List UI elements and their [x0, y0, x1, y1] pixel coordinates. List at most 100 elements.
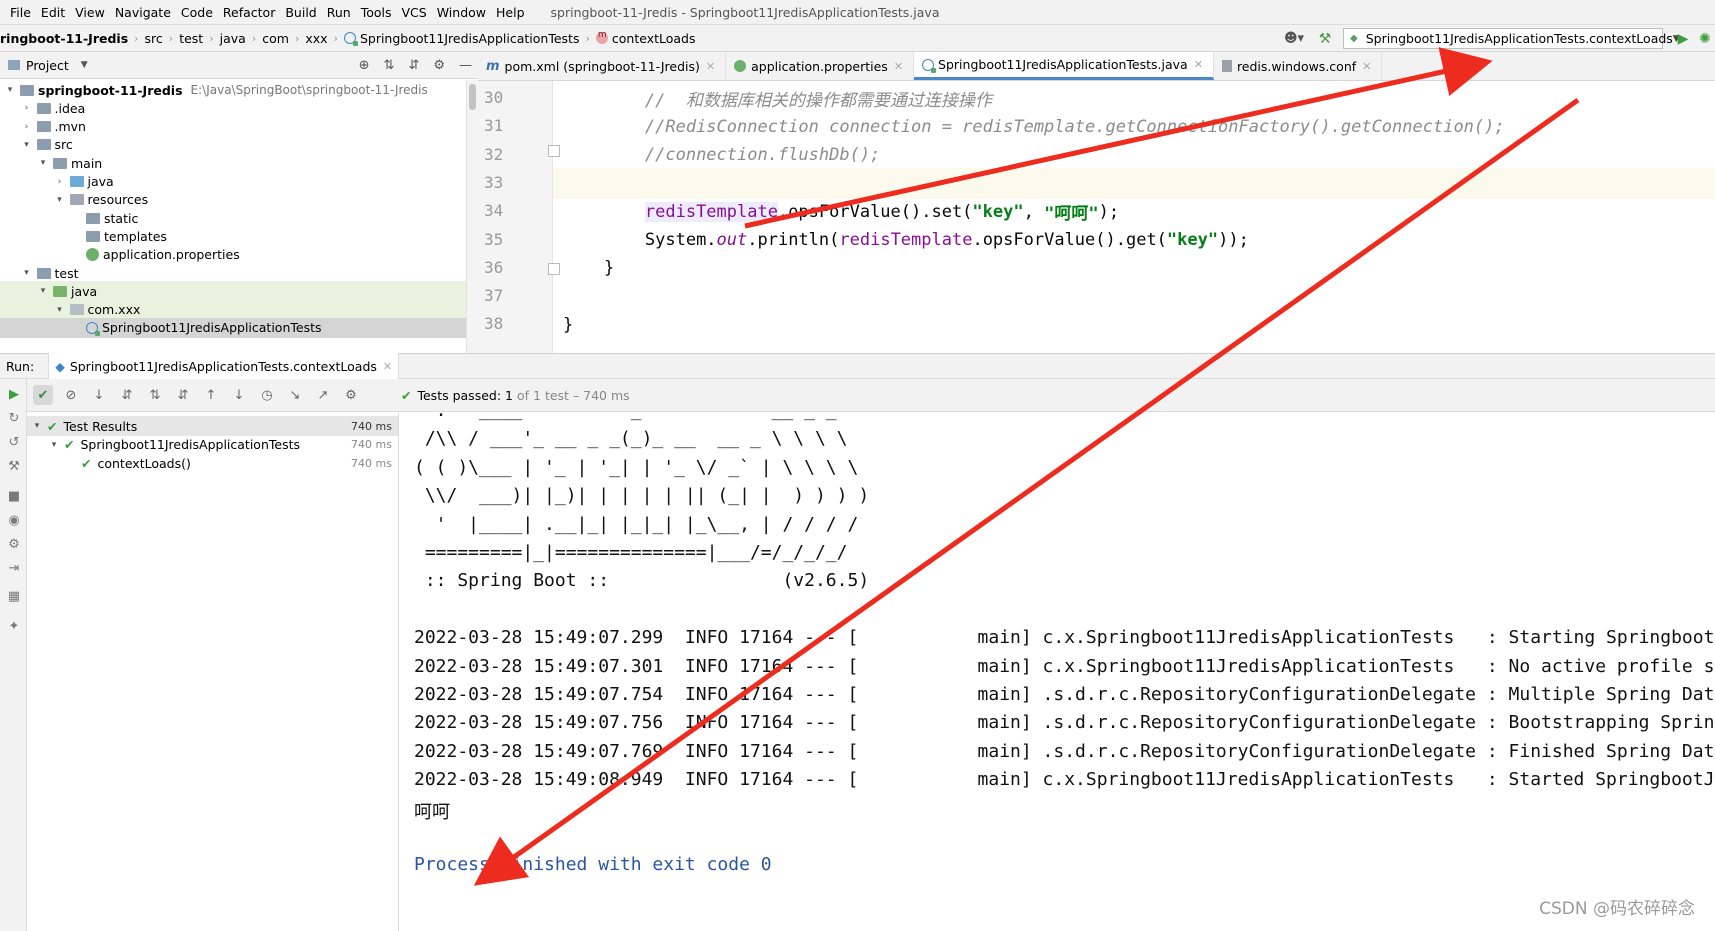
code-line[interactable]: // 和数据库相关的操作都需要通过连接操作 — [553, 83, 1715, 114]
close-icon[interactable]: ✕ — [1362, 60, 1371, 73]
chevron-down-icon[interactable]: ▾ — [21, 268, 33, 278]
code-line[interactable]: //RedisConnection connection = redisTemp… — [553, 111, 1715, 142]
settings-icon[interactable]: ⚙ — [6, 537, 22, 553]
user-icon[interactable]: ☻▾ — [1283, 31, 1305, 47]
menu-item-edit[interactable]: Edit — [41, 5, 65, 20]
breadcrumb-item[interactable]: test — [173, 31, 209, 46]
previous-failed-icon[interactable]: ↑ — [201, 385, 221, 405]
chevron-down-icon[interactable]: ▾ — [54, 305, 66, 315]
run-configuration-select[interactable]: ◆ Springboot11JredisApplicationTests.con… — [1343, 28, 1680, 49]
chevron-right-icon[interactable]: › — [21, 122, 33, 132]
import-icon[interactable]: ⇥ — [6, 561, 22, 577]
fold-marker-icon[interactable] — [548, 263, 560, 275]
export-tests-icon[interactable]: ↗ — [313, 385, 333, 405]
scrollbar-thumb[interactable] — [469, 84, 476, 110]
project-tree-scrollbar[interactable] — [466, 80, 478, 353]
chevron-down-icon[interactable]: ▾ — [48, 440, 60, 450]
breadcrumb-item[interactable]: xxx — [299, 31, 333, 46]
close-icon[interactable]: ✕ — [383, 360, 392, 373]
toggle-auto-test-icon[interactable]: ↺ — [6, 435, 22, 451]
minimize-icon[interactable]: — — [459, 58, 472, 73]
code-line[interactable]: } — [553, 309, 1715, 340]
chevron-down-icon[interactable]: ▾ — [37, 286, 49, 296]
test-result-item[interactable]: ✔ contextLoads() 740 ms — [27, 453, 398, 473]
tree-item[interactable]: ▾ com.xxx — [0, 299, 478, 320]
close-icon[interactable]: ✕ — [894, 60, 903, 73]
breadcrumb-item[interactable]: ringboot-11-Jredis — [0, 31, 134, 46]
chevron-down-icon[interactable]: ▼ — [81, 60, 88, 70]
stop-icon[interactable]: ■ — [6, 489, 22, 505]
tree-item[interactable]: › .mvn — [0, 117, 478, 137]
layout-icon[interactable]: ▦ — [6, 589, 22, 605]
menu-item-view[interactable]: View — [75, 5, 105, 20]
code-line[interactable]: System. out .println(redisTemplate .opsForV… — [553, 225, 1715, 256]
menu-item-run[interactable]: Run — [327, 5, 351, 20]
menu-item-build[interactable]: Build — [285, 5, 316, 20]
tree-item[interactable]: ▾ main — [0, 153, 478, 173]
console-output[interactable]: . ____ _ __ _ _ /\\ / ___'_ __ _ _(_)_ _… — [400, 412, 1715, 931]
tree-item[interactable]: ▾ resources — [0, 190, 478, 210]
chevron-right-icon[interactable]: › — [54, 177, 66, 187]
wrench-icon[interactable]: ⚒ — [6, 459, 22, 475]
collapse-all-icon[interactable]: ⇵ — [408, 58, 419, 73]
tree-item[interactable]: application.properties — [0, 245, 478, 265]
tree-item[interactable]: › java — [0, 172, 478, 192]
collapse-all-icon[interactable]: ⇵ — [173, 385, 193, 405]
locate-target-icon[interactable]: ⊕ — [359, 58, 370, 73]
menu-item-help[interactable]: Help — [496, 5, 525, 20]
run-play-icon[interactable]: ▶ — [1673, 31, 1693, 47]
fold-marker-icon[interactable] — [548, 145, 560, 157]
tree-item[interactable]: ▾ springboot-11-Jredis E:\Java\SpringBoot\… — [0, 80, 478, 100]
expand-all-icon[interactable]: ⇅ — [145, 385, 165, 405]
next-failed-icon[interactable]: ↓ — [229, 385, 249, 405]
editor-tab[interactable]: Springboot11JredisApplicationTests.java ✕ — [914, 52, 1214, 80]
tree-item[interactable]: ▾ src — [0, 135, 478, 155]
show-ignored-icon[interactable]: ⊘ — [61, 385, 81, 405]
breadcrumb-item[interactable]: java — [214, 31, 252, 46]
test-result-item[interactable]: ▾ ✔ Test Results 740 ms — [27, 416, 398, 436]
run-tab[interactable]: ◆ Springboot11JredisApplicationTests.con… — [48, 353, 400, 379]
sort-duration-icon[interactable]: ⇵ — [117, 385, 137, 405]
chevron-down-icon[interactable]: ▾ — [4, 85, 16, 95]
project-title[interactable]: Project — [26, 58, 69, 73]
code-line[interactable] — [553, 167, 1715, 199]
menu-item-code[interactable]: Code — [181, 5, 213, 20]
chevron-down-icon[interactable]: ▾ — [37, 158, 49, 168]
code-line[interactable]: } — [553, 253, 1715, 284]
gear-icon[interactable]: ⚙ — [433, 58, 445, 73]
menu-item-vcs[interactable]: VCS — [402, 5, 427, 20]
breadcrumb-item[interactable]: contextLoads — [590, 30, 702, 46]
breadcrumb-item[interactable]: src — [139, 31, 169, 46]
chevron-right-icon[interactable]: › — [21, 103, 33, 113]
show-passed-icon[interactable]: ✔ — [33, 385, 53, 405]
tree-item[interactable]: › .idea — [0, 98, 478, 118]
gear-icon[interactable]: ⚙ — [341, 385, 361, 405]
test-result-item[interactable]: ▾ ✔ Springboot11JredisApplicationTests 740 … — [27, 435, 398, 455]
close-icon[interactable]: ✕ — [706, 60, 715, 73]
menu-item-file[interactable]: File — [10, 5, 31, 20]
editor-tab[interactable]: redis.windows.conf ✕ — [1214, 52, 1383, 80]
breadcrumb-item[interactable]: com — [256, 31, 295, 46]
debug-bug-icon[interactable]: ✺ — [1699, 31, 1715, 47]
breadcrumb-item[interactable]: Springboot11JredisApplicationTests — [338, 31, 586, 46]
rerun-play-icon[interactable]: ▶ — [6, 387, 22, 403]
close-icon[interactable]: ✕ — [1194, 58, 1203, 71]
tree-item[interactable]: ▾ java — [0, 281, 478, 302]
sort-alpha-icon[interactable]: ↓ — [89, 385, 109, 405]
menu-item-navigate[interactable]: Navigate — [115, 5, 171, 20]
rerun-failed-icon[interactable]: ↻ — [6, 411, 22, 427]
editor-tab[interactable]: application.properties ✕ — [726, 52, 915, 80]
chevron-down-icon[interactable]: ▾ — [21, 140, 33, 150]
pin-icon[interactable]: ✦ — [6, 619, 22, 635]
chevron-down-icon[interactable]: ▾ — [31, 421, 43, 431]
chevron-down-icon[interactable]: ▾ — [54, 195, 66, 205]
menu-item-window[interactable]: Window — [437, 5, 486, 20]
tree-item[interactable]: static — [0, 208, 478, 228]
import-tests-icon[interactable]: ↘ — [285, 385, 305, 405]
build-hammer-icon[interactable]: ⚒ — [1315, 31, 1335, 47]
menu-item-tools[interactable]: Tools — [361, 5, 392, 20]
code-line[interactable]: //connection.flushDb(); — [553, 140, 1715, 171]
menu-item-refactor[interactable]: Refactor — [223, 5, 275, 20]
tree-item[interactable]: templates — [0, 226, 478, 246]
tree-item[interactable]: ▾ test — [0, 263, 478, 283]
